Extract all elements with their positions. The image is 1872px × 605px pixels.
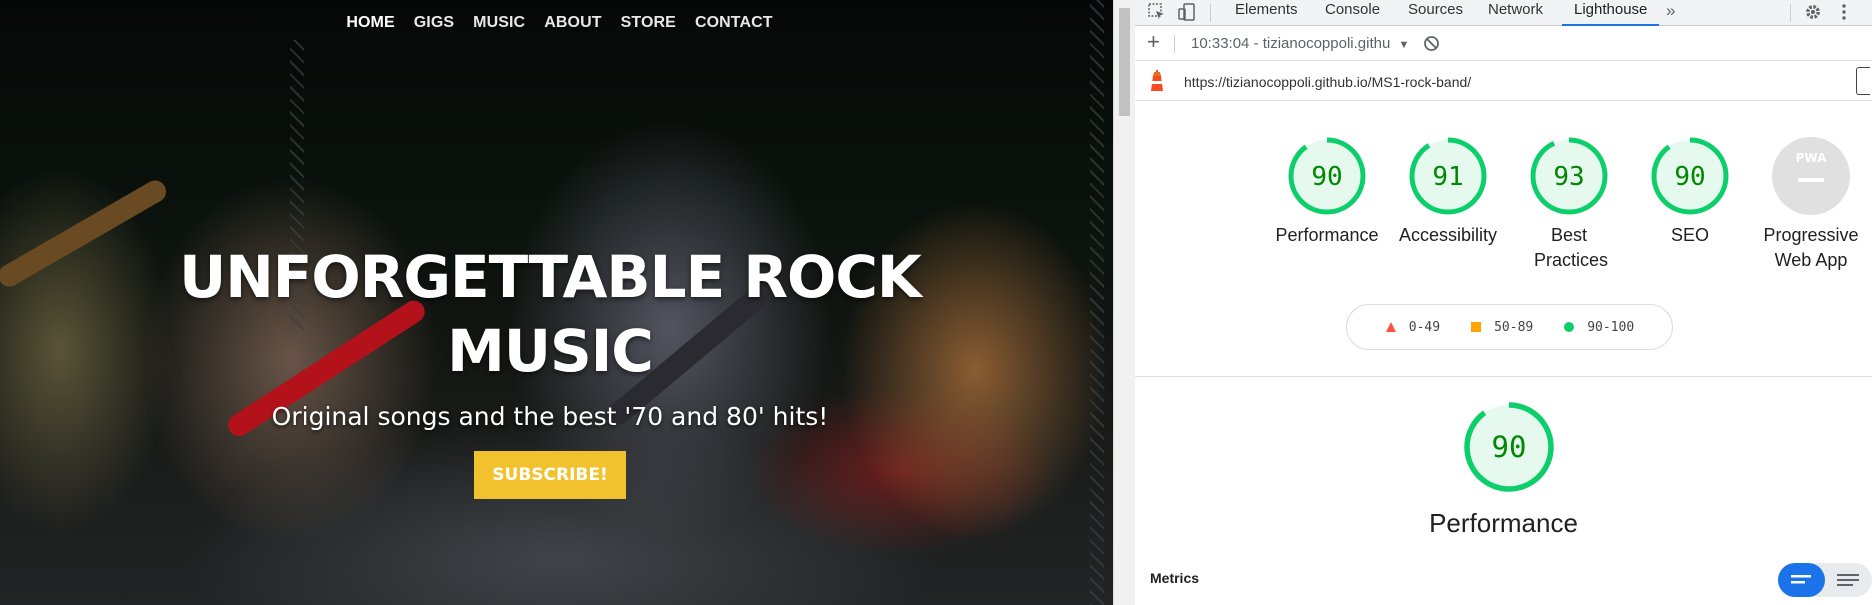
legend-fail-range: 0-49 <box>1408 319 1441 335</box>
gauge-label: Progressive Web App <box>1763 225 1859 270</box>
nav-about[interactable]: ABOUT <box>544 14 601 32</box>
legend-fail: 0-49 <box>1385 320 1440 335</box>
gauge-performance[interactable]: 90 Performance <box>1267 135 1387 248</box>
tab-sources[interactable]: Sources <box>1408 0 1463 26</box>
device-toolbar-icon[interactable] <box>1178 3 1196 26</box>
gauge-seo[interactable]: 90 SEO <box>1630 135 1750 248</box>
report-selector[interactable]: 10:33:04 - tizianocoppoli.githu ▼ <box>1191 35 1409 52</box>
best-practices-gauge-ring: 93 <box>1530 137 1608 215</box>
view-toggle-graphic <box>1778 563 1872 597</box>
score-legend: 0-49 50-89 90-100 <box>1346 304 1673 350</box>
pwa-gauge-icon: PWA <box>1772 137 1850 215</box>
metrics-heading: Metrics <box>1150 570 1200 586</box>
accessibility-score: 91 <box>1432 162 1463 192</box>
page-scrollbar[interactable] <box>1113 0 1135 605</box>
stage-truss <box>1090 0 1104 605</box>
nav-contact[interactable]: CONTACT <box>695 14 773 32</box>
seo-score: 90 <box>1674 162 1705 192</box>
legend-pass-range: 90-100 <box>1587 319 1635 335</box>
lighthouse-logo-icon <box>1147 70 1167 97</box>
section-divider <box>1135 376 1872 377</box>
clear-reports-icon[interactable] <box>1423 35 1440 57</box>
nav-gigs[interactable]: GIGS <box>414 14 454 32</box>
metrics-view-toggle[interactable] <box>1778 563 1872 597</box>
inspect-element-icon[interactable] <box>1148 3 1166 26</box>
toolbar-divider <box>1210 4 1211 22</box>
performance-gauge-ring: 90 <box>1288 137 1366 215</box>
nav-music[interactable]: MUSIC <box>473 14 525 32</box>
hero-title: UNFORGETTABLE ROCK MUSIC <box>179 243 922 385</box>
gauge-label: Accessibility <box>1398 225 1498 245</box>
gauge-label: Performance <box>1275 225 1379 245</box>
legend-average: 50-89 <box>1470 320 1533 335</box>
gauge-accessibility[interactable]: 91 Accessibility <box>1388 135 1508 248</box>
nav-home[interactable]: HOME <box>346 14 394 32</box>
legend-average-range: 50-89 <box>1494 319 1534 335</box>
performance-title: Performance <box>1429 508 1578 538</box>
settings-gear-icon[interactable] <box>1804 3 1822 26</box>
url-bar: https://tizianocoppoli.github.io/MS1-roc… <box>1135 61 1872 101</box>
report-url[interactable]: https://tizianocoppoli.github.io/MS1-roc… <box>1184 74 1471 90</box>
square-icon <box>1471 322 1482 332</box>
chevron-down-icon: ▼ <box>1398 39 1410 51</box>
tab-lighthouse[interactable]: Lighthouse <box>1562 0 1660 26</box>
scrollbar-thumb[interactable] <box>1119 8 1130 116</box>
lighthouse-toolbar: + 10:33:04 - tizianocoppoli.githu ▼ <box>1135 27 1872 61</box>
devtools-tab-bar: Elements Console Sources Network Lightho… <box>1135 0 1872 26</box>
tab-network[interactable]: Network <box>1488 0 1543 26</box>
pwa-badge-text: PWA <box>1796 151 1827 165</box>
more-options-icon[interactable] <box>1835 3 1853 26</box>
gauge-best-practices[interactable]: 93 Best Practices <box>1509 135 1629 273</box>
website-viewport: HOME GIGS MUSIC ABOUT STORE CONTACT UNFO… <box>0 0 1113 605</box>
report-menu-button[interactable] <box>1856 67 1870 95</box>
best-practices-score: 93 <box>1553 162 1584 192</box>
tab-console[interactable]: Console <box>1325 0 1380 26</box>
report-selector-label: 10:33:04 - tizianocoppoli.githu <box>1191 35 1391 52</box>
site-nav: HOME GIGS MUSIC ABOUT STORE CONTACT <box>0 14 1113 32</box>
gauge-pwa[interactable]: PWA Progressive Web App <box>1751 135 1871 273</box>
new-report-plus-icon[interactable]: + <box>1147 31 1160 53</box>
legend-pass: 90-100 <box>1563 320 1634 335</box>
devtools-panel: Elements Console Sources Network Lightho… <box>1135 0 1872 605</box>
hero: UNFORGETTABLE ROCK MUSIC Original songs … <box>150 240 950 499</box>
performance-score: 90 <box>1311 162 1342 192</box>
bass-guitar-image <box>0 176 171 291</box>
toolbar-divider <box>1790 4 1791 22</box>
performance-big-gauge: 90 <box>1462 400 1556 499</box>
performance-big-gauge-ring: 90 <box>1464 402 1554 492</box>
gauge-label: Best Practices <box>1534 225 1609 270</box>
performance-big-score: 90 <box>1492 430 1527 464</box>
hero-subtitle: Original songs and the best '70 and 80' … <box>271 402 829 431</box>
circle-icon <box>1564 322 1575 332</box>
seo-gauge-ring: 90 <box>1651 137 1729 215</box>
gauge-label: SEO <box>1670 225 1709 245</box>
more-tabs-icon[interactable]: » <box>1666 2 1675 20</box>
toolbar-divider <box>1174 35 1175 53</box>
subscribe-button[interactable]: SUBSCRIBE! <box>474 451 626 499</box>
triangle-icon <box>1385 322 1396 332</box>
accessibility-gauge-ring: 91 <box>1409 137 1487 215</box>
nav-store[interactable]: STORE <box>621 14 676 32</box>
tab-elements[interactable]: Elements <box>1235 0 1298 26</box>
